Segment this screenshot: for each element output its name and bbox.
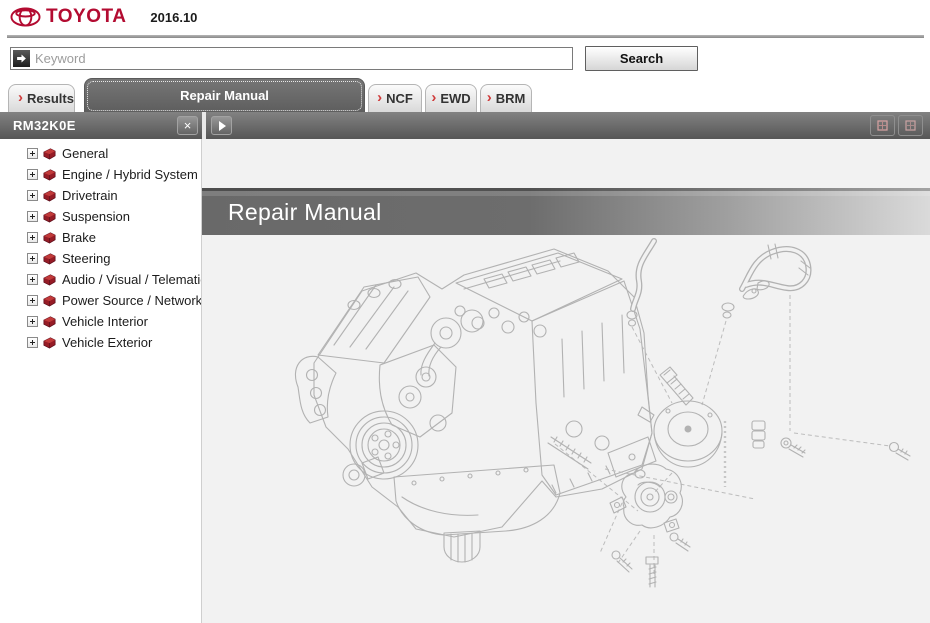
plus-box-icon[interactable] [27, 148, 38, 159]
tree-item[interactable]: Engine / Hybrid System [27, 164, 201, 185]
close-panel-button[interactable]: × [177, 116, 198, 135]
plus-box-icon[interactable] [27, 253, 38, 264]
tab-label: EWD [440, 91, 470, 106]
manual-tree: General Engine / Hybrid System Drivetrai… [0, 139, 201, 353]
toyota-emblem-icon [10, 7, 41, 27]
plus-box-icon[interactable] [27, 232, 38, 243]
search-input[interactable] [33, 48, 570, 69]
plus-box-icon[interactable] [27, 295, 38, 306]
tree-item[interactable]: Steering [27, 248, 201, 269]
header-divider [7, 35, 924, 38]
sidebar: General Engine / Hybrid System Drivetrai… [0, 139, 202, 623]
book-icon [42, 210, 57, 223]
tab-results[interactable]: › Results [8, 84, 75, 112]
sidebar-toggle-button[interactable] [211, 116, 232, 135]
page-title: Repair Manual [202, 188, 930, 226]
content-pane: Repair Manual [202, 139, 930, 623]
window-pane-icon [905, 120, 916, 131]
tab-bar: › Results Repair Manual › NCF › EWD › BR… [0, 78, 930, 112]
book-icon [42, 168, 57, 181]
tree-item-label: Engine / Hybrid System [62, 167, 198, 182]
tree-item[interactable]: Vehicle Interior [27, 311, 201, 332]
tree-item[interactable]: Audio / Visual / Telematics [27, 269, 201, 290]
book-icon [42, 231, 57, 244]
search-arrow-icon[interactable] [13, 50, 30, 67]
tab-ewd[interactable]: › EWD [425, 84, 477, 112]
tree-item[interactable]: Power Source / Network [27, 290, 201, 311]
book-icon [42, 273, 57, 286]
manual-panel-header: RM32K0E × [0, 112, 202, 139]
tab-label: Repair Manual [180, 88, 269, 103]
book-icon [42, 294, 57, 307]
brand-wordmark: TOYOTA [46, 6, 126, 28]
window-layout-button-2[interactable] [898, 115, 923, 136]
manual-code: RM32K0E [13, 118, 177, 133]
triangle-right-icon [219, 121, 226, 131]
app-window: TOYOTA 2016.10 Search › Results Repair M… [0, 0, 930, 623]
chevron-right-icon: › [431, 93, 436, 103]
toolbar-right [206, 112, 930, 139]
search-field [10, 47, 573, 70]
chevron-right-icon: › [487, 93, 492, 103]
tree-item-label: Vehicle Interior [62, 314, 148, 329]
tab-repair-manual[interactable]: Repair Manual [84, 78, 365, 112]
tree-item-label: Audio / Visual / Telematics [62, 272, 202, 287]
book-icon [42, 147, 57, 160]
tab-ncf[interactable]: › NCF [368, 84, 422, 112]
book-icon [42, 336, 57, 349]
catalog-version: 2016.10 [150, 10, 197, 25]
tree-item-label: Vehicle Exterior [62, 335, 152, 350]
book-icon [42, 252, 57, 265]
tree-item-label: Brake [62, 230, 96, 245]
search-bar: Search [10, 46, 920, 72]
tab-label: BRM [496, 91, 526, 106]
page-title-banner: Repair Manual [202, 188, 930, 235]
tree-item[interactable]: Suspension [27, 206, 201, 227]
tree-item[interactable]: General [27, 143, 201, 164]
plus-box-icon[interactable] [27, 169, 38, 180]
plus-box-icon[interactable] [27, 190, 38, 201]
engine-diagram [202, 235, 930, 623]
plus-box-icon[interactable] [27, 337, 38, 348]
toolbar: RM32K0E × [0, 112, 930, 139]
chevron-right-icon: › [377, 93, 382, 103]
tree-item[interactable]: Brake [27, 227, 201, 248]
tab-label: NCF [386, 91, 413, 106]
window-pane-icon [877, 120, 888, 131]
plus-box-icon[interactable] [27, 316, 38, 327]
close-icon: × [184, 119, 192, 132]
window-layout-button-1[interactable] [870, 115, 895, 136]
book-icon [42, 189, 57, 202]
app-header: TOYOTA 2016.10 [0, 0, 930, 34]
tree-item-label: Power Source / Network [62, 293, 202, 308]
plus-box-icon[interactable] [27, 211, 38, 222]
main-area: General Engine / Hybrid System Drivetrai… [0, 139, 930, 623]
book-icon [42, 315, 57, 328]
tree-item-label: General [62, 146, 108, 161]
tab-label: Results [27, 91, 74, 106]
tree-item-label: Suspension [62, 209, 130, 224]
tree-item-label: Drivetrain [62, 188, 118, 203]
chevron-right-icon: › [18, 93, 23, 103]
plus-box-icon[interactable] [27, 274, 38, 285]
tree-item[interactable]: Vehicle Exterior [27, 332, 201, 353]
tree-item[interactable]: Drivetrain [27, 185, 201, 206]
tree-item-label: Steering [62, 251, 110, 266]
search-button[interactable]: Search [585, 46, 698, 71]
tab-brm[interactable]: › BRM [480, 84, 532, 112]
